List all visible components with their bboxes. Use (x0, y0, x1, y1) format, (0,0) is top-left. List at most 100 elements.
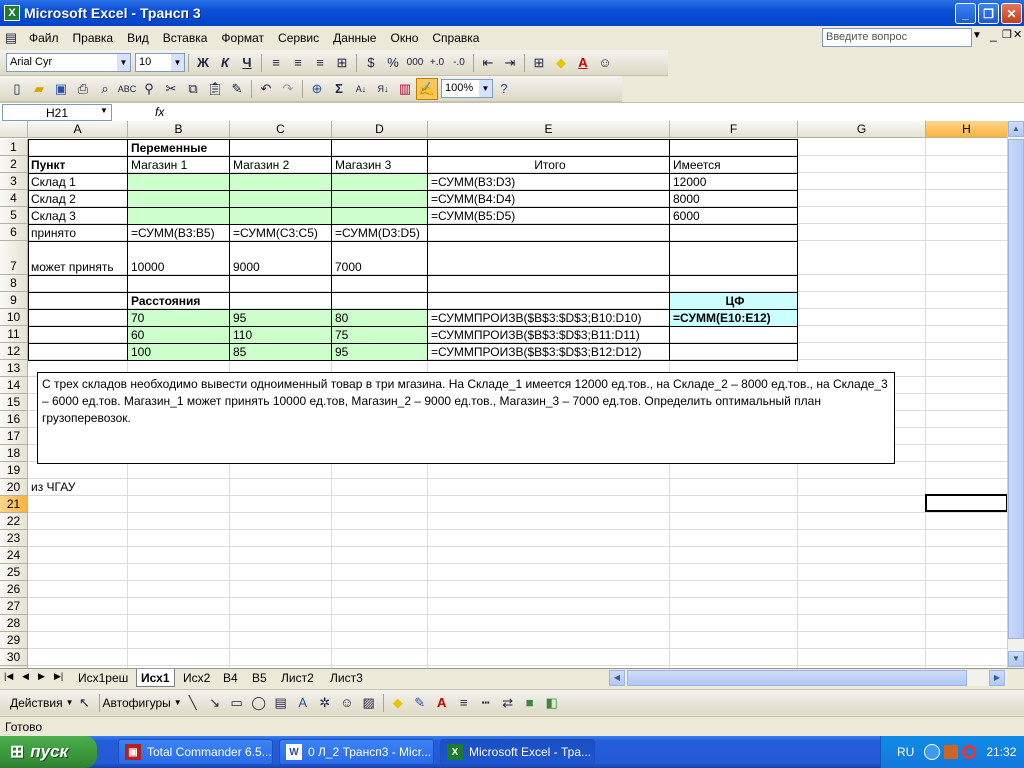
menu-window[interactable]: Окно (383, 31, 425, 45)
save-icon[interactable]: ▣ (50, 78, 72, 100)
cell-B6[interactable]: =СУММ(B3:B5) (129, 225, 215, 241)
row-header[interactable]: 8 (0, 275, 28, 292)
zoom-select[interactable]: 100% ▼ (441, 79, 493, 98)
cell-C6[interactable]: =СУММ(C3:C5) (231, 225, 318, 241)
restore-button[interactable]: ❐ (978, 3, 999, 24)
increase-decimal-icon[interactable]: +.0 (426, 52, 448, 74)
menu-help[interactable]: Справка (425, 31, 486, 45)
row-header[interactable]: 3 (0, 173, 28, 190)
cell-A3[interactable]: Склад 1 (29, 174, 76, 190)
row-header[interactable]: 9 (0, 292, 28, 309)
cell-B1[interactable]: Переменные (129, 140, 207, 156)
row-header[interactable]: 26 (0, 581, 28, 598)
line-style-icon[interactable]: ≡ (453, 692, 475, 714)
cell-D2[interactable]: Магазин 3 (333, 157, 391, 173)
sheet-tab[interactable]: В5 (248, 669, 271, 687)
cell-B11[interactable]: 60 (129, 327, 144, 343)
cell-D10[interactable]: 80 (333, 310, 348, 326)
arrow-style-icon[interactable]: ⇄ (497, 692, 519, 714)
cell-C12[interactable]: 85 (231, 344, 246, 360)
help-icon[interactable]: ? (493, 78, 515, 100)
row-header[interactable]: 30 (0, 649, 28, 666)
font-color-icon[interactable]: A (431, 692, 453, 714)
sheet-tab[interactable]: Лист3 (326, 669, 367, 687)
align-left-icon[interactable]: ≡ (265, 52, 287, 74)
menu-data[interactable]: Данные (326, 31, 383, 45)
cell-A7[interactable]: может принять (29, 259, 114, 275)
arrow-icon[interactable]: ↘ (204, 692, 226, 714)
smiley-icon[interactable]: ☺ (594, 52, 616, 74)
italic-button[interactable]: К (214, 52, 236, 74)
redo-icon[interactable]: ↷ (277, 78, 299, 100)
drawing-icon[interactable]: ✍ (416, 77, 438, 100)
cell-D11[interactable]: 75 (333, 327, 348, 343)
scroll-right-icon[interactable]: ▶ (989, 670, 1005, 686)
select-all-corner[interactable] (0, 121, 28, 138)
column-header[interactable]: D (332, 121, 428, 138)
row-header[interactable]: 10 (0, 309, 28, 326)
row-header[interactable]: 7 (0, 241, 28, 275)
row-header[interactable]: 11 (0, 326, 28, 343)
font-color-icon[interactable]: A (572, 52, 594, 74)
align-center-icon[interactable]: ≡ (287, 52, 309, 74)
column-header[interactable]: B (128, 121, 230, 138)
line-color-icon[interactable]: ✎ (409, 692, 431, 714)
underline-button[interactable]: Ч (236, 52, 258, 74)
format-painter-icon[interactable]: ✎ (226, 78, 248, 100)
diagram-icon[interactable]: ✲ (314, 692, 336, 714)
doc-minimize-icon[interactable]: _ (990, 28, 997, 42)
row-header[interactable]: 21 (0, 496, 28, 513)
cell-F2[interactable]: Имеется (671, 157, 721, 173)
paste-icon[interactable]: 📋︎ (204, 78, 226, 100)
cell-A5[interactable]: Склад 3 (29, 208, 76, 224)
minimize-button[interactable]: _ (955, 3, 976, 24)
vertical-scrollbar[interactable]: ▲ ▼ (1007, 121, 1024, 668)
row-header[interactable]: 23 (0, 530, 28, 547)
cell-E12[interactable]: =СУММПРОИЗВ($B$3:$D$3;B12:D12) (429, 344, 642, 360)
hyperlink-icon[interactable]: ⊕ (306, 78, 328, 100)
fill-color-icon[interactable]: ◆ (387, 692, 409, 714)
undo-icon[interactable]: ↶ (255, 78, 277, 100)
formula-input[interactable] (175, 104, 1020, 121)
sheet-tab-active[interactable]: Исх1 (136, 669, 175, 687)
row-header[interactable]: 20 (0, 479, 28, 496)
row-header[interactable]: 27 (0, 598, 28, 615)
cell-A20[interactable]: из ЧГАУ (29, 479, 75, 495)
horizontal-scrollbar[interactable]: ◀ ▶ (609, 670, 1007, 686)
doc-restore-icon[interactable]: ❐ (1002, 28, 1012, 41)
print-preview-icon[interactable]: ⌕ (94, 78, 116, 100)
currency-icon[interactable]: $ (360, 52, 382, 74)
cell-C10[interactable]: 95 (231, 310, 246, 326)
doc-close-icon[interactable]: ✕ (1013, 28, 1022, 41)
sort-desc-icon[interactable]: Я↓ (372, 78, 394, 100)
cell-B9[interactable]: Расстояния (129, 293, 200, 309)
3d-icon[interactable]: ◧ (541, 692, 563, 714)
menu-edit[interactable]: Правка (66, 31, 121, 45)
cell-E3[interactable]: =СУММ(B3:D3) (429, 174, 515, 190)
column-header[interactable]: G (798, 121, 926, 138)
selected-cell[interactable] (925, 494, 1007, 512)
column-header[interactable]: F (670, 121, 798, 138)
prev-sheet-icon[interactable]: ◀ (22, 671, 29, 682)
column-header[interactable]: E (428, 121, 670, 138)
shadow-icon[interactable]: ■ (519, 692, 541, 714)
oval-icon[interactable]: ◯ (248, 692, 270, 714)
row-header[interactable]: 14 (0, 377, 28, 394)
clipart-icon[interactable]: ☺ (336, 692, 358, 714)
close-button[interactable]: ✕ (1001, 3, 1022, 24)
cell-C2[interactable]: Магазин 2 (231, 157, 289, 173)
cell-E11[interactable]: =СУММПРОИЗВ($B$3:$D$3;B11:D11) (429, 327, 640, 343)
last-sheet-icon[interactable]: ▶| (54, 671, 63, 682)
select-pointer-icon[interactable]: ↖ (74, 692, 96, 714)
taskbar-item-excel[interactable]: X Microsoft Excel - Тра... (440, 739, 595, 765)
cell-E4[interactable]: =СУММ(B4:D4) (429, 191, 515, 207)
network-icon[interactable] (924, 744, 941, 760)
open-folder-icon[interactable]: ▰ (28, 78, 50, 100)
fill-color-icon[interactable]: ◆ (550, 52, 572, 74)
sort-asc-icon[interactable]: А↓ (350, 78, 372, 100)
thousands-button[interactable]: 000 (404, 52, 426, 74)
copy-icon[interactable]: ⧉ (182, 78, 204, 100)
security-icon[interactable] (944, 745, 959, 759)
cell-C7[interactable]: 9000 (231, 259, 260, 275)
row-header[interactable]: 15 (0, 394, 28, 411)
